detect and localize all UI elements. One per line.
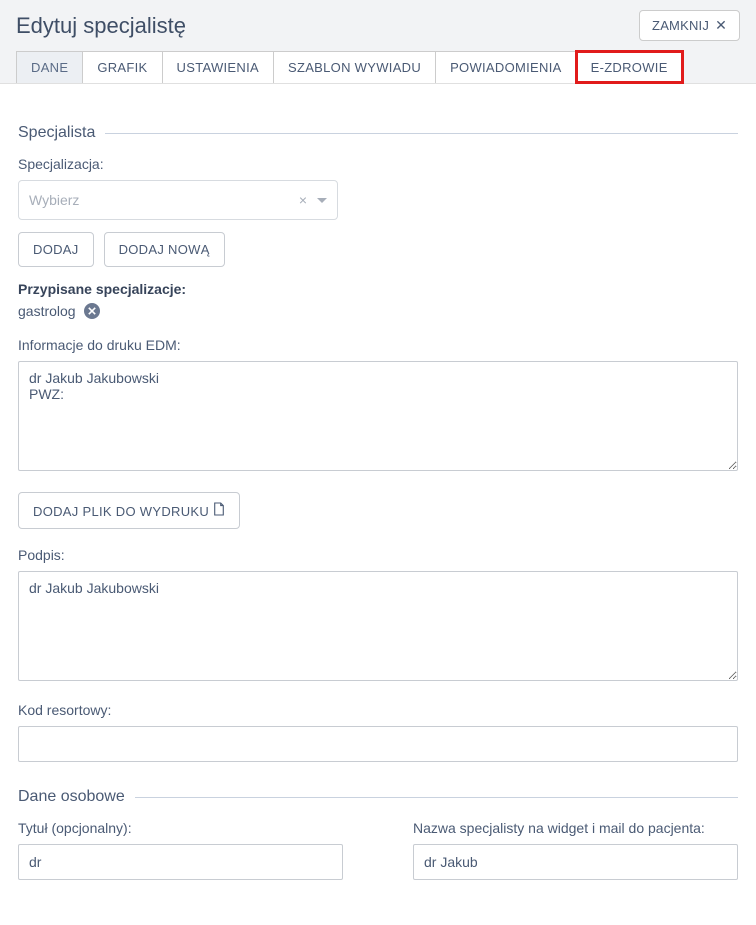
assigned-specialization-item: gastrolog bbox=[18, 303, 738, 319]
edm-info-label: Informacje do druku EDM: bbox=[18, 337, 738, 353]
add-file-button-label: DODAJ PLIK DO WYDRUKU bbox=[33, 504, 209, 519]
widget-name-input[interactable] bbox=[413, 844, 738, 880]
page-title: Edytuj specjalistę bbox=[16, 13, 186, 39]
tab-dane[interactable]: DANE bbox=[16, 51, 83, 83]
tab-bar: DANE GRAFIK USTAWIENIA SZABLON WYWIADU P… bbox=[16, 51, 740, 83]
remove-specialization-icon[interactable] bbox=[84, 303, 100, 319]
widget-name-label: Nazwa specjalisty na widget i mail do pa… bbox=[413, 820, 738, 836]
title-input[interactable] bbox=[18, 844, 343, 880]
add-file-button[interactable]: DODAJ PLIK DO WYDRUKU bbox=[18, 492, 240, 529]
specialization-placeholder: Wybierz bbox=[29, 192, 79, 208]
resort-code-input[interactable] bbox=[18, 726, 738, 762]
divider bbox=[105, 133, 738, 134]
tab-szablon-wywiadu[interactable]: SZABLON WYWIADU bbox=[273, 51, 436, 83]
clear-icon[interactable]: × bbox=[299, 192, 307, 208]
specialization-label: Specjalizacja: bbox=[18, 156, 738, 172]
close-button-label: ZAMKNIJ bbox=[652, 18, 709, 33]
section-title-specjalista: Specjalista bbox=[18, 124, 95, 142]
add-new-specialization-button[interactable]: DODAJ NOWĄ bbox=[104, 232, 225, 267]
add-specialization-button[interactable]: DODAJ bbox=[18, 232, 94, 267]
assigned-specializations-label: Przypisane specjalizacje: bbox=[18, 281, 738, 297]
section-title-dane-osobowe: Dane osobowe bbox=[18, 788, 125, 806]
signature-label: Podpis: bbox=[18, 547, 738, 563]
resort-code-label: Kod resortowy: bbox=[18, 702, 738, 718]
assigned-specialization-text: gastrolog bbox=[18, 303, 76, 319]
file-icon bbox=[213, 502, 225, 516]
edm-info-textarea[interactable] bbox=[18, 361, 738, 471]
tab-grafik[interactable]: GRAFIK bbox=[82, 51, 162, 83]
title-label: Tytuł (opcjonalny): bbox=[18, 820, 343, 836]
divider bbox=[135, 797, 738, 798]
specialization-select[interactable]: Wybierz × bbox=[18, 180, 338, 220]
close-button[interactable]: ZAMKNIJ ✕ bbox=[639, 10, 740, 41]
signature-textarea[interactable] bbox=[18, 571, 738, 681]
tab-ustawienia[interactable]: USTAWIENIA bbox=[162, 51, 274, 83]
tab-powiadomienia[interactable]: POWIADOMIENIA bbox=[435, 51, 577, 83]
chevron-down-icon[interactable] bbox=[317, 198, 327, 203]
close-icon: ✕ bbox=[715, 17, 727, 34]
tab-e-zdrowie[interactable]: E-ZDROWIE bbox=[576, 51, 683, 83]
